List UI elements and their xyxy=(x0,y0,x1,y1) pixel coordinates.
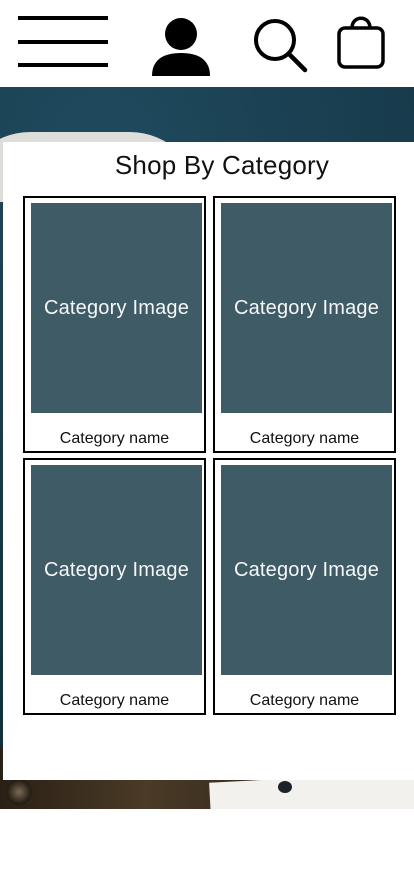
category-card[interactable]: Category Image Category name xyxy=(23,196,206,453)
category-name[interactable]: Category name xyxy=(25,430,204,448)
category-image-placeholder[interactable]: Category Image xyxy=(31,465,202,675)
hero-dot xyxy=(278,781,292,793)
category-image-placeholder[interactable]: Category Image xyxy=(31,203,202,413)
category-name[interactable]: Category name xyxy=(215,430,394,448)
hero-camera-lens xyxy=(6,779,32,805)
category-name[interactable]: Category name xyxy=(25,692,204,710)
section-title: Shop By Category xyxy=(114,150,330,180)
category-card[interactable]: Category Image Category name xyxy=(23,458,206,715)
shopping-bag-icon[interactable] xyxy=(336,13,386,71)
category-image-placeholder[interactable]: Category Image xyxy=(221,203,392,413)
shop-by-category-panel: Shop By Category Category Image Category… xyxy=(3,142,414,780)
search-icon[interactable] xyxy=(253,18,309,74)
category-image-placeholder[interactable]: Category Image xyxy=(221,465,392,675)
account-icon[interactable] xyxy=(150,16,212,78)
hamburger-menu-icon[interactable] xyxy=(18,16,110,70)
top-navigation-bar xyxy=(0,0,414,87)
category-card[interactable]: Category Image Category name xyxy=(213,196,396,453)
category-grid: Category Image Category name Category Im… xyxy=(23,196,401,719)
category-name[interactable]: Category name xyxy=(215,692,394,710)
category-card[interactable]: Category Image Category name xyxy=(213,458,396,715)
